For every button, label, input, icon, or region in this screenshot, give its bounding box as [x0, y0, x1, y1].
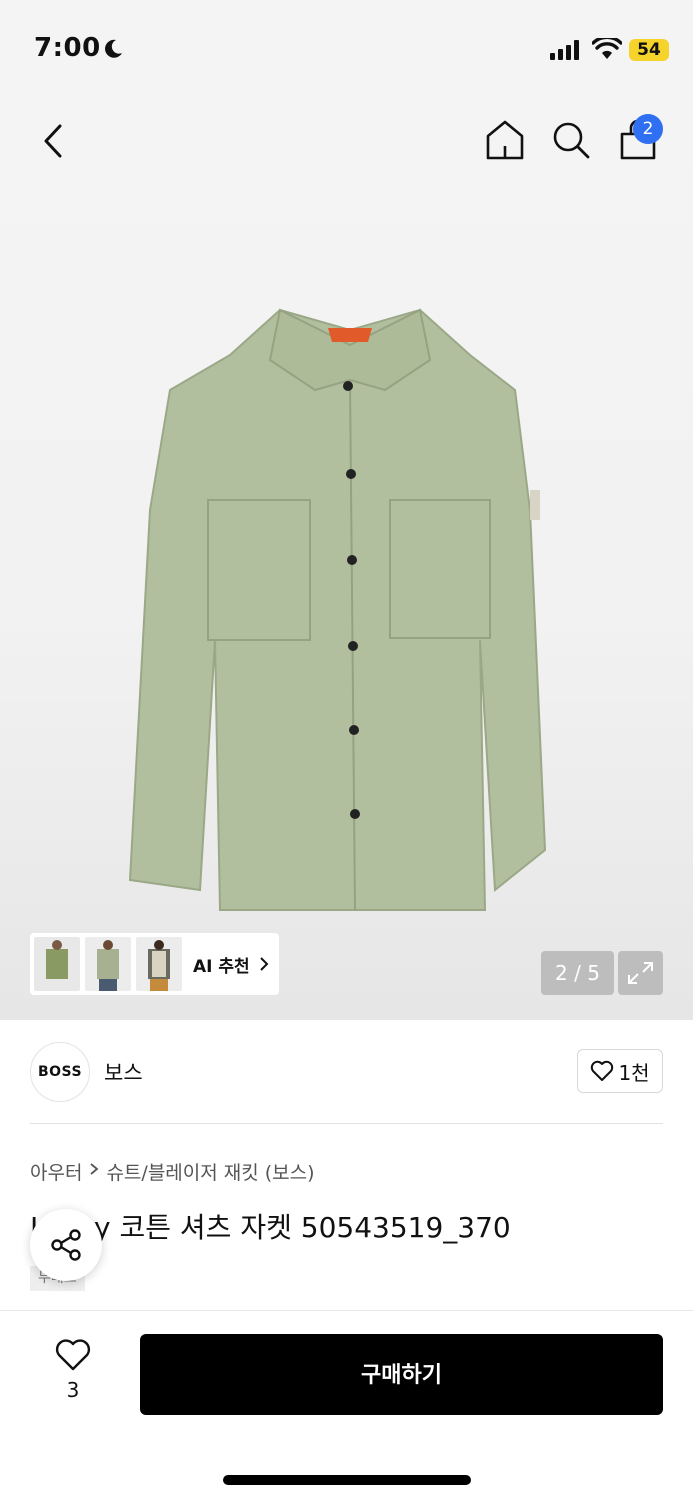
battery-indicator: 54 [629, 39, 669, 61]
home-icon[interactable] [484, 118, 526, 162]
ai-recommend-strip[interactable]: AI 추천 [30, 933, 279, 995]
breadcrumb-subcategory[interactable]: 슈트/블레이저 재킷 (보스) [106, 1158, 314, 1185]
share-button[interactable] [30, 1209, 102, 1281]
expand-icon [628, 962, 653, 984]
breadcrumb: 아우터 슈트/블레이저 재킷 (보스) [30, 1158, 315, 1185]
status-time: 7:00 [34, 33, 101, 63]
brand-name[interactable]: 보스 [104, 1057, 143, 1087]
share-icon [51, 1229, 81, 1261]
heart-icon [591, 1060, 614, 1081]
cart-badge: 2 [633, 114, 663, 144]
divider [30, 1123, 663, 1124]
buy-button[interactable]: 구매하기 [140, 1334, 663, 1415]
like-count: 3 [66, 1378, 80, 1402]
thumbnail[interactable] [136, 937, 182, 991]
brand-logo[interactable]: BOSS [30, 1042, 90, 1102]
moon-icon [105, 39, 122, 58]
product-gallery[interactable]: 7:00 54 2 AI 추천 2 / 5 [0, 0, 693, 1020]
wifi-icon [592, 38, 622, 59]
ai-recommend-label: AI 추천 [193, 956, 250, 977]
back-icon[interactable] [36, 120, 76, 162]
image-pager: 2 / 5 [541, 951, 614, 995]
chevron-right-icon [90, 1163, 99, 1175]
expand-button[interactable] [618, 951, 663, 995]
thumbnail[interactable] [85, 937, 131, 991]
like-button[interactable]: 3 [50, 1338, 96, 1402]
signal-icon [550, 40, 579, 60]
heart-icon [55, 1339, 91, 1371]
chevron-right-icon [259, 957, 269, 971]
thumbnail[interactable] [34, 937, 80, 991]
home-indicator [223, 1475, 471, 1485]
brand-favorite-button[interactable]: 1천 [577, 1049, 663, 1093]
search-icon[interactable] [550, 118, 592, 162]
favorite-count: 1천 [618, 1060, 650, 1085]
product-image[interactable] [120, 290, 570, 920]
product-title: Lovky 코튼 셔츠 자켓 50543519_370 [30, 1211, 511, 1244]
breadcrumb-category[interactable]: 아우터 [30, 1158, 82, 1185]
